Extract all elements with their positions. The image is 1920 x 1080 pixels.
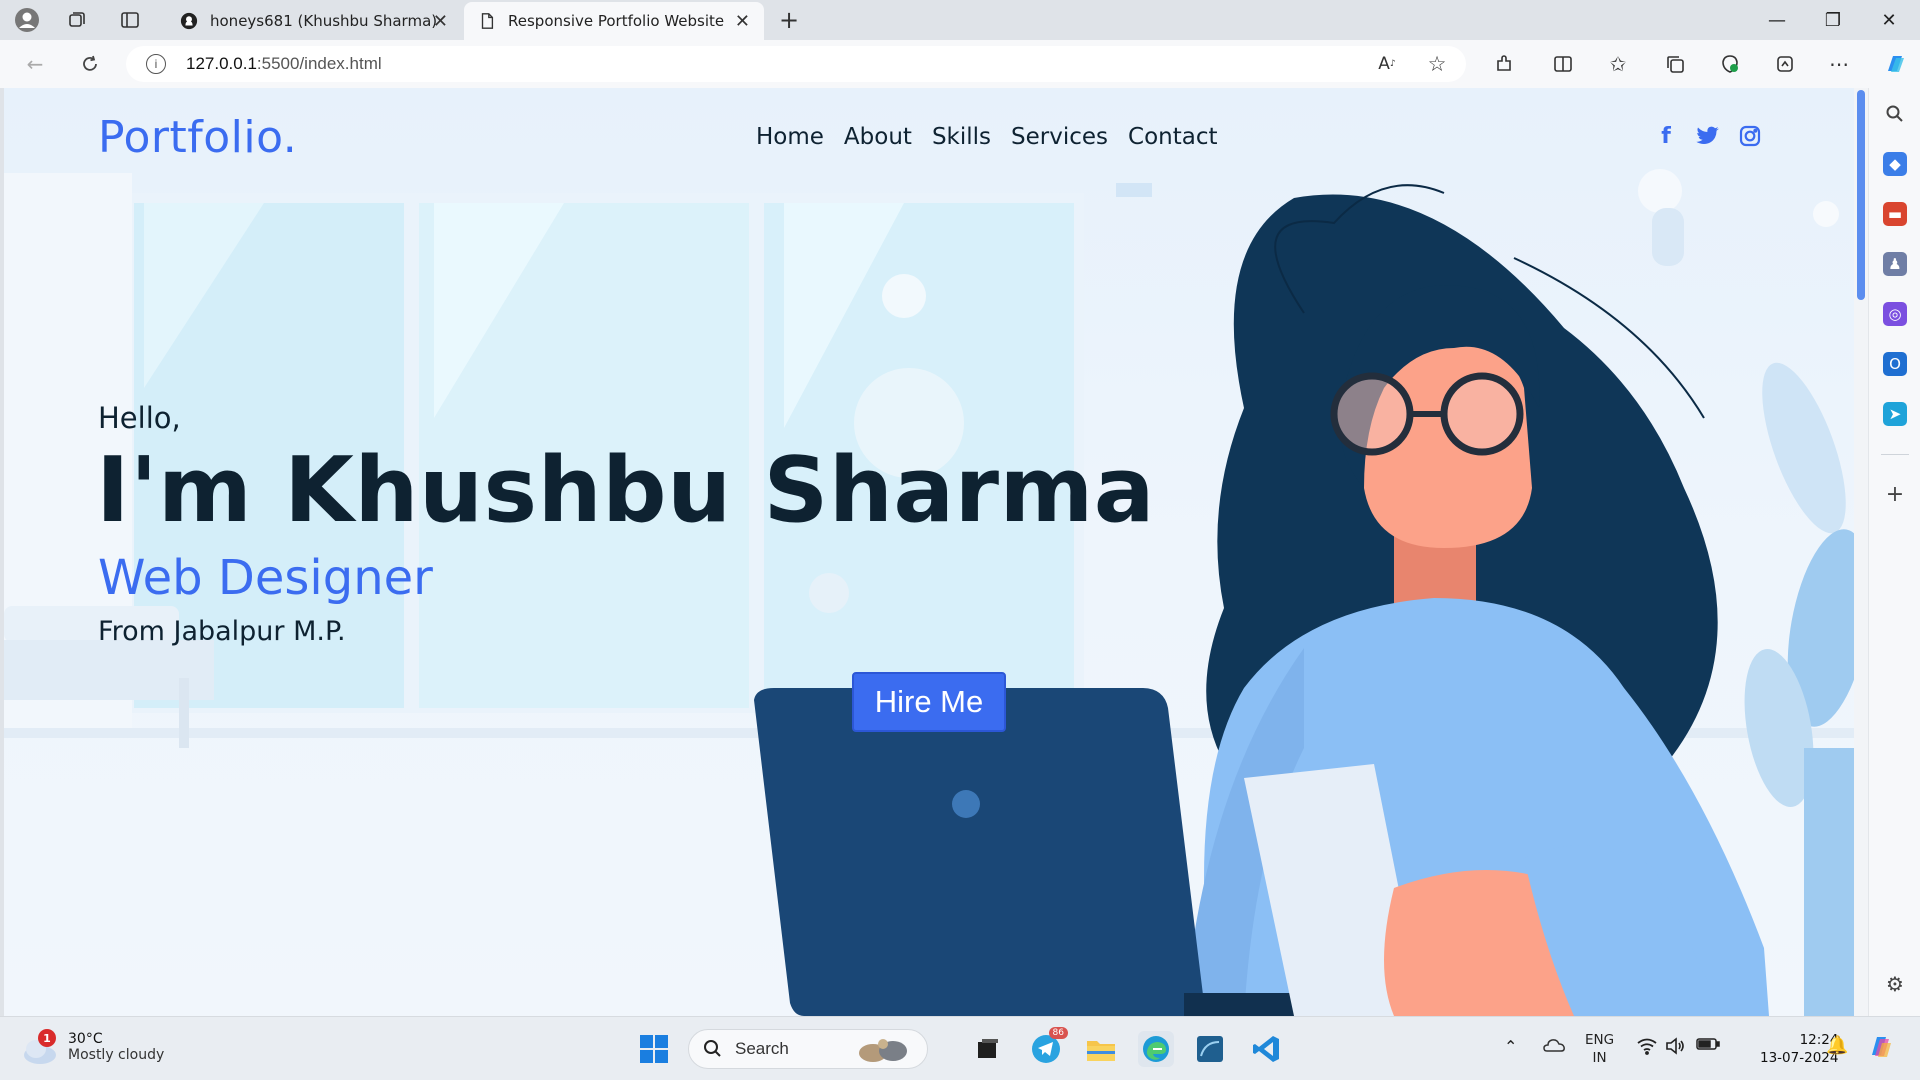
close-tab-icon[interactable]: ✕ [433,11,448,32]
back-icon[interactable]: ← [20,49,50,79]
performance-icon[interactable] [1770,49,1800,79]
copilot-icon[interactable] [1880,49,1910,79]
hire-me-button[interactable]: Hire Me [852,672,1006,732]
browser-essentials-icon[interactable] [1715,49,1745,79]
onedrive-icon[interactable] [1542,1037,1566,1057]
search-placeholder: Search [735,1039,789,1058]
close-tab-icon[interactable]: ✕ [735,11,750,32]
collections-icon[interactable] [1660,49,1690,79]
search-icon [704,1040,721,1057]
split-screen-icon[interactable] [1548,49,1578,79]
github-icon [180,12,198,30]
nav-home[interactable]: Home [756,124,824,150]
main-nav: Home About Skills Services Contact [756,124,1218,150]
vscode-icon[interactable] [1248,1031,1284,1067]
tools-icon[interactable]: ▬ [1883,202,1907,226]
tab-portfolio[interactable]: Responsive Portfolio Website ✕ [464,2,764,40]
favorite-star-icon[interactable]: ☆ [1422,49,1452,79]
games-icon[interactable]: ♟ [1883,252,1907,276]
weather-widget[interactable]: 1 30°C Mostly cloudy [20,1029,164,1065]
close-window-icon[interactable]: ✕ [1862,0,1916,40]
instagram-icon[interactable] [1738,123,1762,149]
site-info-icon[interactable]: i [146,54,166,74]
lang-code: ENG [1585,1032,1615,1048]
sidebar-settings-icon[interactable]: ⚙ [1883,972,1907,996]
sql-workbench-icon[interactable] [1192,1031,1228,1067]
browser-title-bar: honeys681 (Khushbu Sharma) ✕ Responsive … [0,0,1920,40]
file-explorer-icon[interactable] [1083,1031,1119,1067]
url-path: :5500/index.html [256,54,382,73]
nav-about[interactable]: About [844,124,912,150]
sidebar-divider [1881,454,1909,455]
send-icon[interactable]: ➤ [1883,402,1907,426]
more-options-icon[interactable]: ⋯ [1824,49,1854,79]
outlook-icon[interactable]: O [1883,352,1907,376]
extensions-icon[interactable] [1489,49,1519,79]
windows-taskbar: 1 30°C Mostly cloudy Search 86 ⌃ ENG IN [0,1016,1920,1080]
hero-location: From Jabalpur M.P. [98,616,346,647]
taskbar-search[interactable]: Search [688,1029,928,1069]
favorites-icon[interactable]: ✩ [1603,49,1633,79]
shopping-tag-icon[interactable]: ◆ [1883,152,1907,176]
windows-start-icon[interactable] [636,1031,672,1067]
hero-role: Web Designer [98,550,433,606]
search-highlight-icon [859,1039,907,1062]
telegram-badge: 86 [1048,1027,1068,1039]
weather-badge: 1 [38,1029,56,1047]
maximize-icon[interactable]: ❐ [1806,0,1860,40]
page-scrollbar[interactable] [1854,88,1868,1016]
refresh-icon[interactable] [75,49,105,79]
battery-icon[interactable] [1696,1037,1720,1055]
workspaces-icon[interactable] [63,6,91,34]
wifi-icon[interactable] [1636,1037,1658,1059]
page-viewport: Portfolio. Home About Skills Services Co… [4,88,1854,1016]
read-aloud-icon[interactable]: A ♪ [1372,49,1402,79]
tab-title: Responsive Portfolio Website [508,12,725,30]
nav-services[interactable]: Services [1011,124,1108,150]
weather-temperature: 30°C [68,1031,103,1047]
url-host: 127.0.0.1 [186,54,257,73]
add-sidebar-app-icon[interactable]: + [1883,482,1907,507]
minimize-icon[interactable]: — [1750,0,1804,40]
tab-actions-icon[interactable] [116,6,144,34]
tab-github[interactable]: honeys681 (Khushbu Sharma) ✕ [166,2,462,40]
address-toolbar: ← i 127.0.0.1:5500/index.html A ♪ ☆ ✩ ⋯ [0,40,1920,88]
social-links: f [1654,123,1762,149]
profile-icon[interactable] [13,6,41,34]
notifications-bell-icon[interactable]: 🔔 [1826,1035,1848,1056]
hero-name: I'm Khushbu Sharma [96,438,1156,543]
hero-greeting: Hello, [98,401,181,435]
volume-icon[interactable] [1665,1037,1685,1059]
show-hidden-icons[interactable]: ⌃ [1504,1037,1517,1056]
edge-sidebar: ◆ ▬ ♟ ◎ O ➤ + ⚙ [1868,88,1920,1016]
facebook-icon[interactable]: f [1654,123,1678,149]
url-input[interactable]: i 127.0.0.1:5500/index.html [126,46,1466,82]
document-icon [481,13,494,29]
tab-title: honeys681 (Khushbu Sharma) [210,12,438,30]
language-indicator[interactable]: ENG IN [1585,1031,1614,1067]
microsoft365-icon[interactable]: ◎ [1883,302,1907,326]
edge-browser-icon[interactable] [1138,1031,1174,1067]
nav-contact[interactable]: Contact [1128,124,1217,150]
nav-skills[interactable]: Skills [932,124,991,150]
twitter-icon[interactable] [1696,123,1720,149]
weather-condition: Mostly cloudy [68,1047,165,1063]
site-logo[interactable]: Portfolio. [98,112,297,163]
scrollbar-thumb[interactable] [1857,90,1865,300]
telegram-icon[interactable]: 86 [1028,1027,1068,1067]
lang-region: IN [1592,1050,1607,1066]
copilot-taskbar-icon[interactable] [1864,1031,1894,1065]
task-view-icon[interactable] [970,1031,1006,1067]
search-icon[interactable] [1883,102,1907,126]
new-tab-icon[interactable]: + [775,6,803,34]
